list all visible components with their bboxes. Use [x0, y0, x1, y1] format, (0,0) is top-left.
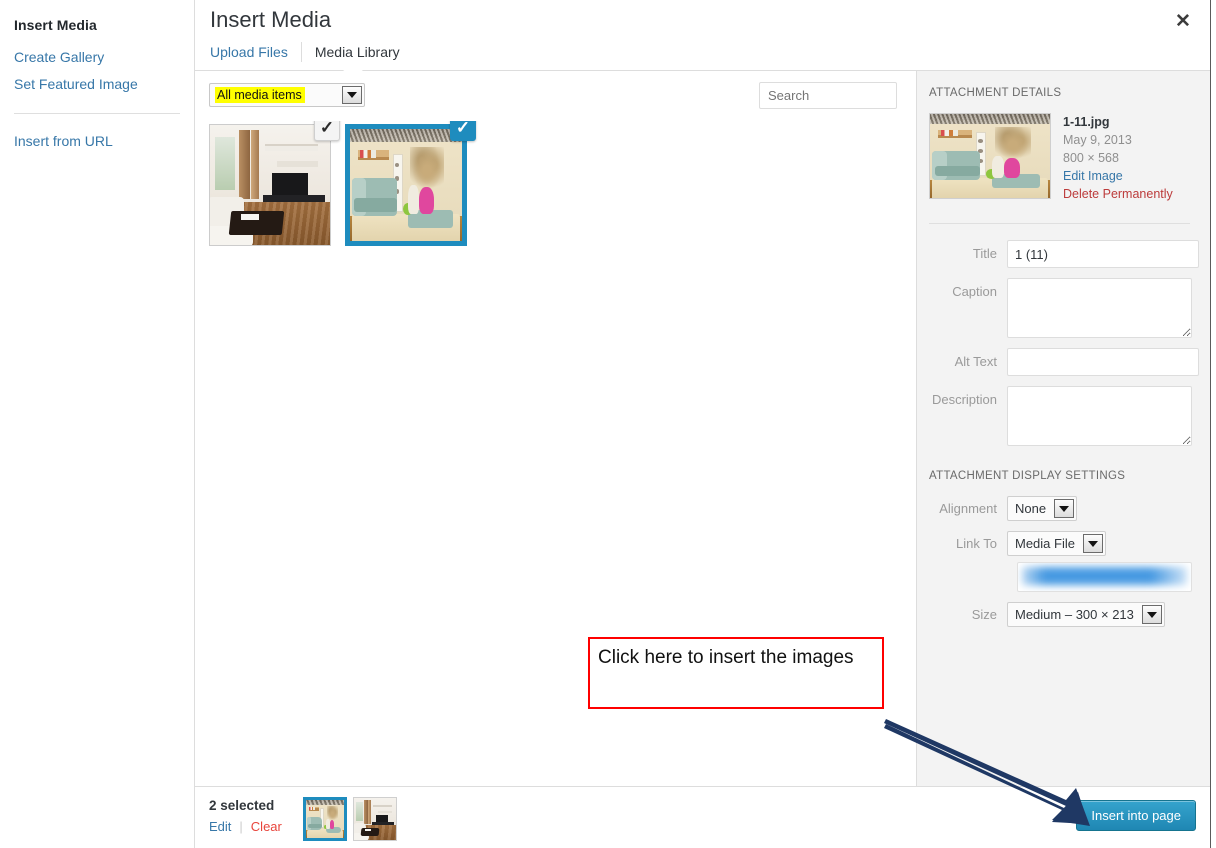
caption-field-row: Caption	[927, 278, 1192, 338]
link-to-select[interactable]: Media File	[1007, 531, 1106, 556]
annotation-callout: Click here to insert the images	[588, 637, 884, 709]
tab-media-library[interactable]: Media Library	[300, 42, 413, 62]
action-separator: |	[239, 819, 243, 834]
caption-label: Caption	[952, 284, 997, 299]
attachment-details-panel: ATTACHMENT DETAILS 1-11.jpg May 9, 2013 …	[916, 71, 1210, 786]
media-filter-value: All media items	[215, 87, 305, 103]
clear-selection-link[interactable]: Clear	[251, 819, 282, 834]
alignment-field-row: Alignment None	[927, 496, 1192, 521]
modal-panel: Insert Media ✕ Upload Files Media Librar…	[195, 0, 1211, 848]
caption-field[interactable]	[1007, 278, 1192, 338]
delete-permanently-link[interactable]: Delete Permanently	[1063, 185, 1173, 203]
link-url-selected-text	[1022, 567, 1187, 585]
size-label: Size	[971, 607, 997, 622]
alt-text-field-row: Alt Text	[927, 348, 1199, 376]
checkmark-icon[interactable]: ✓	[314, 121, 340, 141]
attachment-summary: 1-11.jpg May 9, 2013 800 × 568 Edit Imag…	[929, 113, 1192, 203]
size-select[interactable]: Medium – 300 × 213	[1007, 602, 1165, 627]
attachment-filename: 1-11.jpg	[1063, 115, 1110, 129]
media-item-1-frame	[209, 124, 331, 246]
edit-image-link[interactable]: Edit Image	[1063, 167, 1173, 185]
size-value: Medium – 300 × 213	[1015, 607, 1134, 622]
library-toolbar: All media items	[195, 71, 916, 121]
page-title: Insert Media	[210, 7, 332, 32]
selected-thumb-1[interactable]	[303, 797, 347, 841]
alt-text-field[interactable]	[1007, 348, 1199, 376]
attachment-date: May 9, 2013	[1063, 133, 1132, 147]
link-to-label: Link To	[956, 536, 997, 551]
selection-actions: Edit | Clear	[209, 819, 282, 834]
selected-thumbnails	[303, 797, 397, 841]
chevron-down-icon[interactable]	[1054, 499, 1075, 518]
selected-thumb-2[interactable]	[353, 797, 397, 841]
modal-tabs: Upload Files Media Library	[210, 40, 413, 64]
tab-upload-files[interactable]: Upload Files	[210, 42, 301, 62]
sidebar-divider	[14, 113, 180, 114]
title-label: Title	[972, 246, 997, 261]
media-item-2-frame	[345, 124, 467, 246]
size-field-row: Size Medium – 300 × 213	[927, 602, 1192, 627]
sidebar-item-create-gallery[interactable]: Create Gallery	[14, 44, 180, 71]
panel-divider	[929, 223, 1190, 224]
alt-text-label: Alt Text	[954, 354, 997, 369]
sidebar-item-insert-from-url[interactable]: Insert from URL	[14, 128, 180, 155]
media-item-2-thumbnail	[350, 129, 462, 241]
alignment-select[interactable]: None	[1007, 496, 1078, 521]
link-to-value: Media File	[1015, 536, 1075, 551]
close-icon[interactable]: ✕	[1164, 4, 1202, 38]
link-url-field[interactable]	[1017, 562, 1192, 592]
description-label: Description	[931, 392, 997, 407]
chevron-down-icon[interactable]	[1141, 605, 1162, 624]
sidebar-title: Insert Media	[14, 17, 97, 33]
modal-header: Insert Media ✕ Upload Files Media Librar…	[195, 0, 1210, 70]
search-input[interactable]	[759, 82, 897, 109]
alignment-value: None	[1015, 501, 1047, 516]
attachment-meta: 1-11.jpg May 9, 2013 800 × 568 Edit Imag…	[1063, 113, 1173, 203]
insert-media-modal: Insert Media Create Gallery Set Featured…	[0, 0, 1216, 848]
checkmark-icon[interactable]: ✓	[450, 121, 476, 141]
chevron-down-icon[interactable]	[1082, 534, 1103, 553]
attachment-dimensions: 800 × 568	[1063, 151, 1119, 165]
annotation-callout-text: Click here to insert the images	[598, 647, 854, 668]
edit-selection-link[interactable]: Edit	[209, 819, 231, 834]
attachment-details-heading: ATTACHMENT DETAILS	[929, 87, 1062, 99]
insert-into-page-button[interactable]: Insert into page	[1076, 800, 1196, 831]
media-menu-sidebar: Insert Media Create Gallery Set Featured…	[0, 0, 195, 848]
sidebar-item-set-featured-image[interactable]: Set Featured Image	[14, 71, 180, 98]
link-to-field-row: Link To Media File	[927, 531, 1192, 556]
media-filter-select[interactable]: All media items	[209, 83, 365, 107]
attachment-preview-thumbnail	[929, 113, 1051, 199]
alignment-label: Alignment	[939, 501, 997, 516]
media-item-2[interactable]: ✓	[345, 121, 476, 246]
chevron-down-icon[interactable]	[342, 86, 362, 104]
title-field-row: Title	[927, 240, 1199, 268]
description-field[interactable]	[1007, 386, 1192, 446]
selection-count: 2 selected	[209, 798, 275, 813]
description-field-row: Description	[927, 386, 1192, 446]
media-item-1-thumbnail	[210, 125, 330, 245]
title-field[interactable]	[1007, 240, 1199, 268]
display-settings-heading: ATTACHMENT DISPLAY SETTINGS	[929, 470, 1126, 482]
media-item-1[interactable]: ✓	[209, 121, 340, 246]
modal-footer: 2 selected Edit | Clear Insert into page	[195, 786, 1210, 848]
